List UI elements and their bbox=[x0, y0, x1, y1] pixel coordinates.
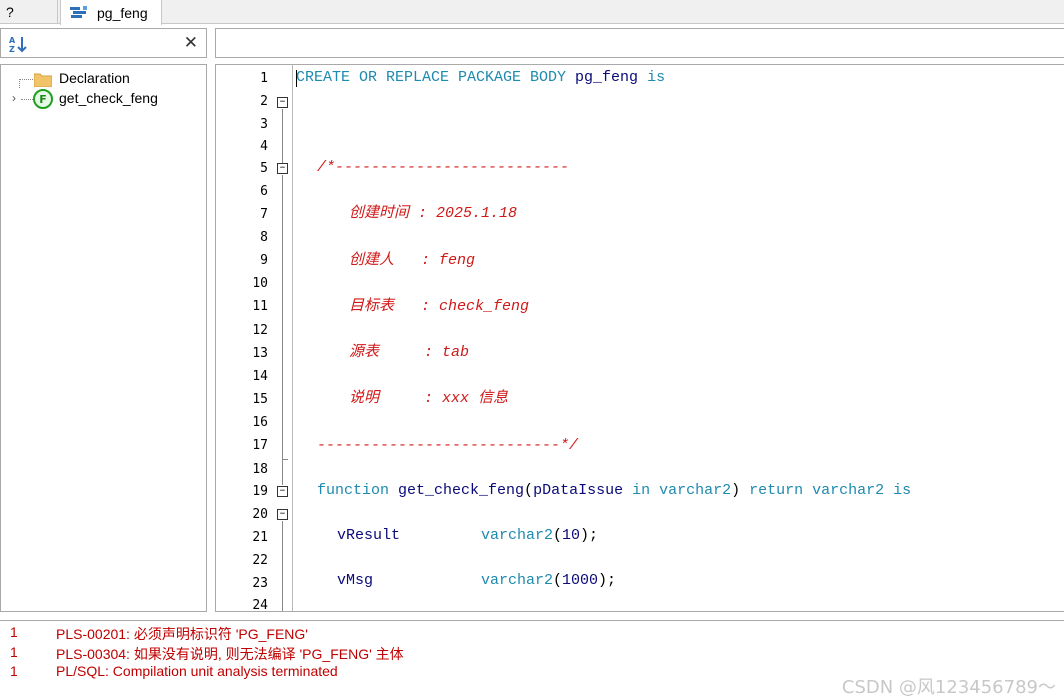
tree-item-label: get_check_feng bbox=[59, 90, 158, 106]
svg-text:Z: Z bbox=[9, 45, 15, 54]
tree-item-declaration[interactable]: Declaration bbox=[1, 69, 206, 89]
line-number: 22 bbox=[252, 553, 268, 568]
fold-toggle[interactable]: − bbox=[277, 486, 288, 497]
line-number: 13 bbox=[252, 346, 268, 361]
tab-pg-feng-label: pg_feng bbox=[97, 4, 148, 21]
punct-token: ( bbox=[553, 572, 563, 589]
line-number: 6 bbox=[260, 184, 268, 199]
line-number: 14 bbox=[252, 369, 268, 384]
line-number: 2 bbox=[260, 94, 268, 109]
message-line: 1 bbox=[10, 663, 18, 679]
fold-guide bbox=[282, 521, 283, 611]
fold-guide bbox=[282, 175, 283, 459]
code-line-15: 说明 : xxx 信息 bbox=[349, 390, 509, 407]
identifier-token: vResult bbox=[337, 527, 401, 544]
line-number: 15 bbox=[252, 392, 268, 407]
fold-toggle[interactable]: − bbox=[277, 509, 288, 520]
tab-pg-feng[interactable]: pg_feng bbox=[60, 0, 162, 25]
line-number: 18 bbox=[252, 462, 268, 477]
keyword-token: is bbox=[638, 69, 666, 86]
line-number: 1 bbox=[260, 71, 268, 86]
identifier-token: pg_feng bbox=[575, 69, 639, 86]
gutter-divider bbox=[292, 65, 293, 611]
fold-guide bbox=[282, 109, 283, 164]
line-number: 16 bbox=[252, 415, 268, 430]
keyword-token: function bbox=[317, 482, 399, 499]
code-line-19: function get_check_feng(pDataIssue in va… bbox=[317, 480, 911, 502]
code-line-21: vResult varchar2(10); bbox=[337, 525, 598, 547]
watermark: CSDN @风123456789～ bbox=[841, 677, 1056, 698]
keyword-token: varchar2 bbox=[481, 527, 554, 544]
line-number: 17 bbox=[252, 438, 268, 453]
line-number: 19 bbox=[252, 484, 268, 499]
line-number: 5 bbox=[260, 161, 268, 176]
fold-guide bbox=[282, 460, 283, 485]
object-tree: Declaration › F get_check_feng bbox=[0, 64, 207, 612]
fold-toggle[interactable]: − bbox=[277, 97, 288, 108]
identifier-token: vMsg bbox=[337, 572, 374, 589]
chevron-right-icon[interactable]: › bbox=[12, 91, 16, 105]
code-line-11: 目标表 : check_feng bbox=[349, 298, 530, 315]
line-number: 10 bbox=[252, 276, 268, 291]
code-line-1: CREATE OR REPLACE PACKAGE BODY pg_feng i… bbox=[296, 67, 665, 89]
line-number: 24 bbox=[252, 598, 268, 612]
message-text: PLS-00201: 必须声明标识符 'PG_FENG' bbox=[56, 626, 308, 642]
tree-connector bbox=[21, 99, 33, 100]
code-editor[interactable]: 1 2 3 4 5 6 7 8 9 10 11 12 13 14 15 16 1… bbox=[215, 64, 1064, 612]
code-line-17: ---------------------------*/ bbox=[317, 437, 579, 454]
keyword-token: return varchar2 is bbox=[749, 482, 912, 499]
line-number: 9 bbox=[260, 253, 268, 268]
line-number: 4 bbox=[260, 139, 268, 154]
tab-strip: ? pg_feng bbox=[0, 0, 1064, 25]
tree-toolbar: A Z ✕ bbox=[0, 28, 207, 58]
tree-item-get-check-feng[interactable]: › F get_check_feng bbox=[1, 89, 206, 109]
punct-token: ); bbox=[598, 572, 617, 589]
message-line: 1 bbox=[10, 644, 18, 660]
keyword-token: CREATE OR REPLACE PACKAGE BODY bbox=[296, 69, 576, 86]
line-number: 23 bbox=[252, 576, 268, 591]
identifier-token: get_check_feng bbox=[398, 482, 525, 499]
number-token: 1000 bbox=[562, 572, 599, 589]
number-token: 10 bbox=[562, 527, 581, 544]
keyword-token: varchar2 bbox=[481, 572, 554, 589]
tab-unknown-label: ? bbox=[6, 4, 14, 20]
line-number: 20 bbox=[252, 507, 268, 522]
message-text: PLS-00304: 如果没有说明, 则无法编译 'PG_FENG' 主体 bbox=[56, 646, 404, 662]
sort-az-icon[interactable]: A Z bbox=[8, 34, 28, 54]
punct-token: ( bbox=[524, 482, 534, 499]
line-number: 3 bbox=[260, 117, 268, 132]
code-line-5: /*-------------------------- bbox=[317, 159, 570, 176]
line-number: 7 bbox=[260, 207, 268, 222]
code-line-23: vMsg varchar2(1000); bbox=[337, 570, 616, 592]
line-number: 12 bbox=[252, 323, 268, 338]
line-number: 21 bbox=[252, 530, 268, 545]
identifier-token: pDataIssue bbox=[533, 482, 624, 499]
punct-token: ( bbox=[553, 527, 563, 544]
code-line-13: 源表 : tab bbox=[349, 344, 470, 361]
keyword-token: in varchar2 bbox=[623, 482, 732, 499]
message-text: PL/SQL: Compilation unit analysis termin… bbox=[56, 663, 338, 679]
line-number: 11 bbox=[252, 299, 268, 314]
function-icon: F bbox=[33, 89, 53, 109]
svg-text:A: A bbox=[9, 36, 16, 45]
punct-token: ); bbox=[580, 527, 599, 544]
tree-connector bbox=[19, 79, 20, 88]
fold-toggle[interactable]: − bbox=[277, 163, 288, 174]
code-line-9: 创建人 : feng bbox=[349, 252, 476, 269]
package-icon bbox=[69, 5, 89, 21]
line-number: 8 bbox=[260, 230, 268, 245]
editor-toolbar bbox=[215, 28, 1064, 58]
tree-item-label: Declaration bbox=[59, 70, 130, 86]
tab-unknown[interactable]: ? bbox=[0, 0, 58, 24]
punct-token: ) bbox=[731, 482, 750, 499]
close-icon[interactable]: ✕ bbox=[184, 33, 198, 53]
message-line: 1 bbox=[10, 624, 18, 640]
tree-connector bbox=[19, 79, 33, 80]
code-line-7: 创建时间 : 2025.1.18 bbox=[349, 205, 518, 222]
folder-icon bbox=[33, 72, 53, 88]
compiler-messages: 1 PLS-00201: 必须声明标识符 'PG_FENG' 1 PLS-003… bbox=[0, 620, 1064, 700]
